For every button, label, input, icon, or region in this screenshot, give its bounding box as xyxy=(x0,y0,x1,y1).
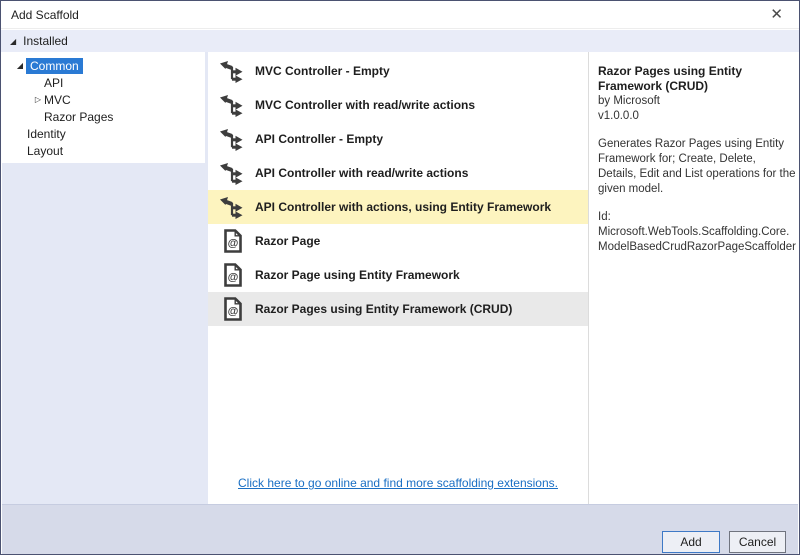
list-item-razor-pages-ef-crud[interactable]: Razor Pages using Entity Framework (CRUD… xyxy=(208,292,588,326)
tree-item-identity[interactable]: Identity xyxy=(2,125,205,142)
tree-item-label: Common xyxy=(26,58,83,74)
details-version: v1.0.0.0 xyxy=(598,109,793,124)
list-item-label: MVC Controller with read/write actions xyxy=(255,98,475,112)
collapsed-icon: ▷ xyxy=(32,95,44,104)
installed-label: Installed xyxy=(23,34,68,48)
list-item-label: API Controller with actions, using Entit… xyxy=(255,200,551,214)
expanded-icon: ◢ xyxy=(14,61,26,70)
list-item-label: Razor Page using Entity Framework xyxy=(255,268,460,282)
add-button[interactable]: Add xyxy=(662,531,720,553)
tree-item-mvc[interactable]: ▷ MVC xyxy=(2,91,205,108)
list-item-api-controller-empty[interactable]: API Controller - Empty xyxy=(208,122,588,156)
list-item-label: API Controller - Empty xyxy=(255,132,383,146)
details-id: Id: Microsoft.WebTools.Scaffolding.Core.… xyxy=(598,210,796,255)
scaffold-list-panel: MVC Controller - Empty MVC Controller wi… xyxy=(208,52,588,504)
tree-item-label: Identity xyxy=(27,127,66,141)
list-item-label: Razor Pages using Entity Framework (CRUD… xyxy=(255,302,512,316)
details-title: Razor Pages using Entity Framework (CRUD… xyxy=(598,64,796,94)
razor-page-icon xyxy=(219,262,245,288)
category-column: ◢ Common API ▷ MVC Razor Pages Identity … xyxy=(2,52,208,504)
tree-item-layout[interactable]: Layout xyxy=(2,142,205,159)
installed-section-header[interactable]: ◢ Installed xyxy=(1,30,799,52)
title-bar: Add Scaffold ✕ xyxy=(1,1,799,29)
category-tree: ◢ Common API ▷ MVC Razor Pages Identity … xyxy=(2,52,205,163)
tree-item-api[interactable]: API xyxy=(2,74,205,91)
online-extensions-link[interactable]: Click here to go online and find more sc… xyxy=(238,476,558,490)
online-extensions-link-row: Click here to go online and find more sc… xyxy=(208,474,588,492)
expander-icon: ◢ xyxy=(10,37,16,46)
list-item-razor-page-ef[interactable]: Razor Page using Entity Framework xyxy=(208,258,588,292)
razor-page-icon xyxy=(219,296,245,322)
controller-icon xyxy=(219,92,245,118)
dialog-title: Add Scaffold xyxy=(11,8,79,22)
controller-icon xyxy=(219,194,245,220)
scaffold-list: MVC Controller - Empty MVC Controller wi… xyxy=(208,52,588,326)
list-item-label: Razor Page xyxy=(255,234,320,248)
list-item-mvc-controller-rw[interactable]: MVC Controller with read/write actions xyxy=(208,88,588,122)
add-scaffold-dialog: Add Scaffold ✕ ◢ Installed ◢ Common API … xyxy=(0,0,800,555)
tree-item-label: MVC xyxy=(44,93,71,107)
list-item-label: MVC Controller - Empty xyxy=(255,64,390,78)
footer-bar: Add Cancel xyxy=(2,504,798,555)
controller-icon xyxy=(219,126,245,152)
cancel-button[interactable]: Cancel xyxy=(729,531,786,553)
tree-item-label: Razor Pages xyxy=(44,110,113,124)
list-item-label: API Controller with read/write actions xyxy=(255,166,468,180)
list-item-razor-page[interactable]: Razor Page xyxy=(208,224,588,258)
details-panel: Razor Pages using Entity Framework (CRUD… xyxy=(589,52,800,504)
tree-item-label: API xyxy=(44,76,63,90)
razor-page-icon xyxy=(219,228,245,254)
close-icon[interactable]: ✕ xyxy=(764,5,789,24)
details-description: Generates Razor Pages using Entity Frame… xyxy=(598,137,796,197)
tree-item-common[interactable]: ◢ Common xyxy=(2,57,205,74)
tree-item-label: Layout xyxy=(27,144,63,158)
controller-icon xyxy=(219,160,245,186)
list-item-api-controller-ef[interactable]: API Controller with actions, using Entit… xyxy=(208,190,588,224)
tree-item-razor-pages[interactable]: Razor Pages xyxy=(2,108,205,125)
list-item-api-controller-rw[interactable]: API Controller with read/write actions xyxy=(208,156,588,190)
details-author: by Microsoft xyxy=(598,94,793,109)
list-item-mvc-controller-empty[interactable]: MVC Controller - Empty xyxy=(208,54,588,88)
controller-icon xyxy=(219,58,245,84)
